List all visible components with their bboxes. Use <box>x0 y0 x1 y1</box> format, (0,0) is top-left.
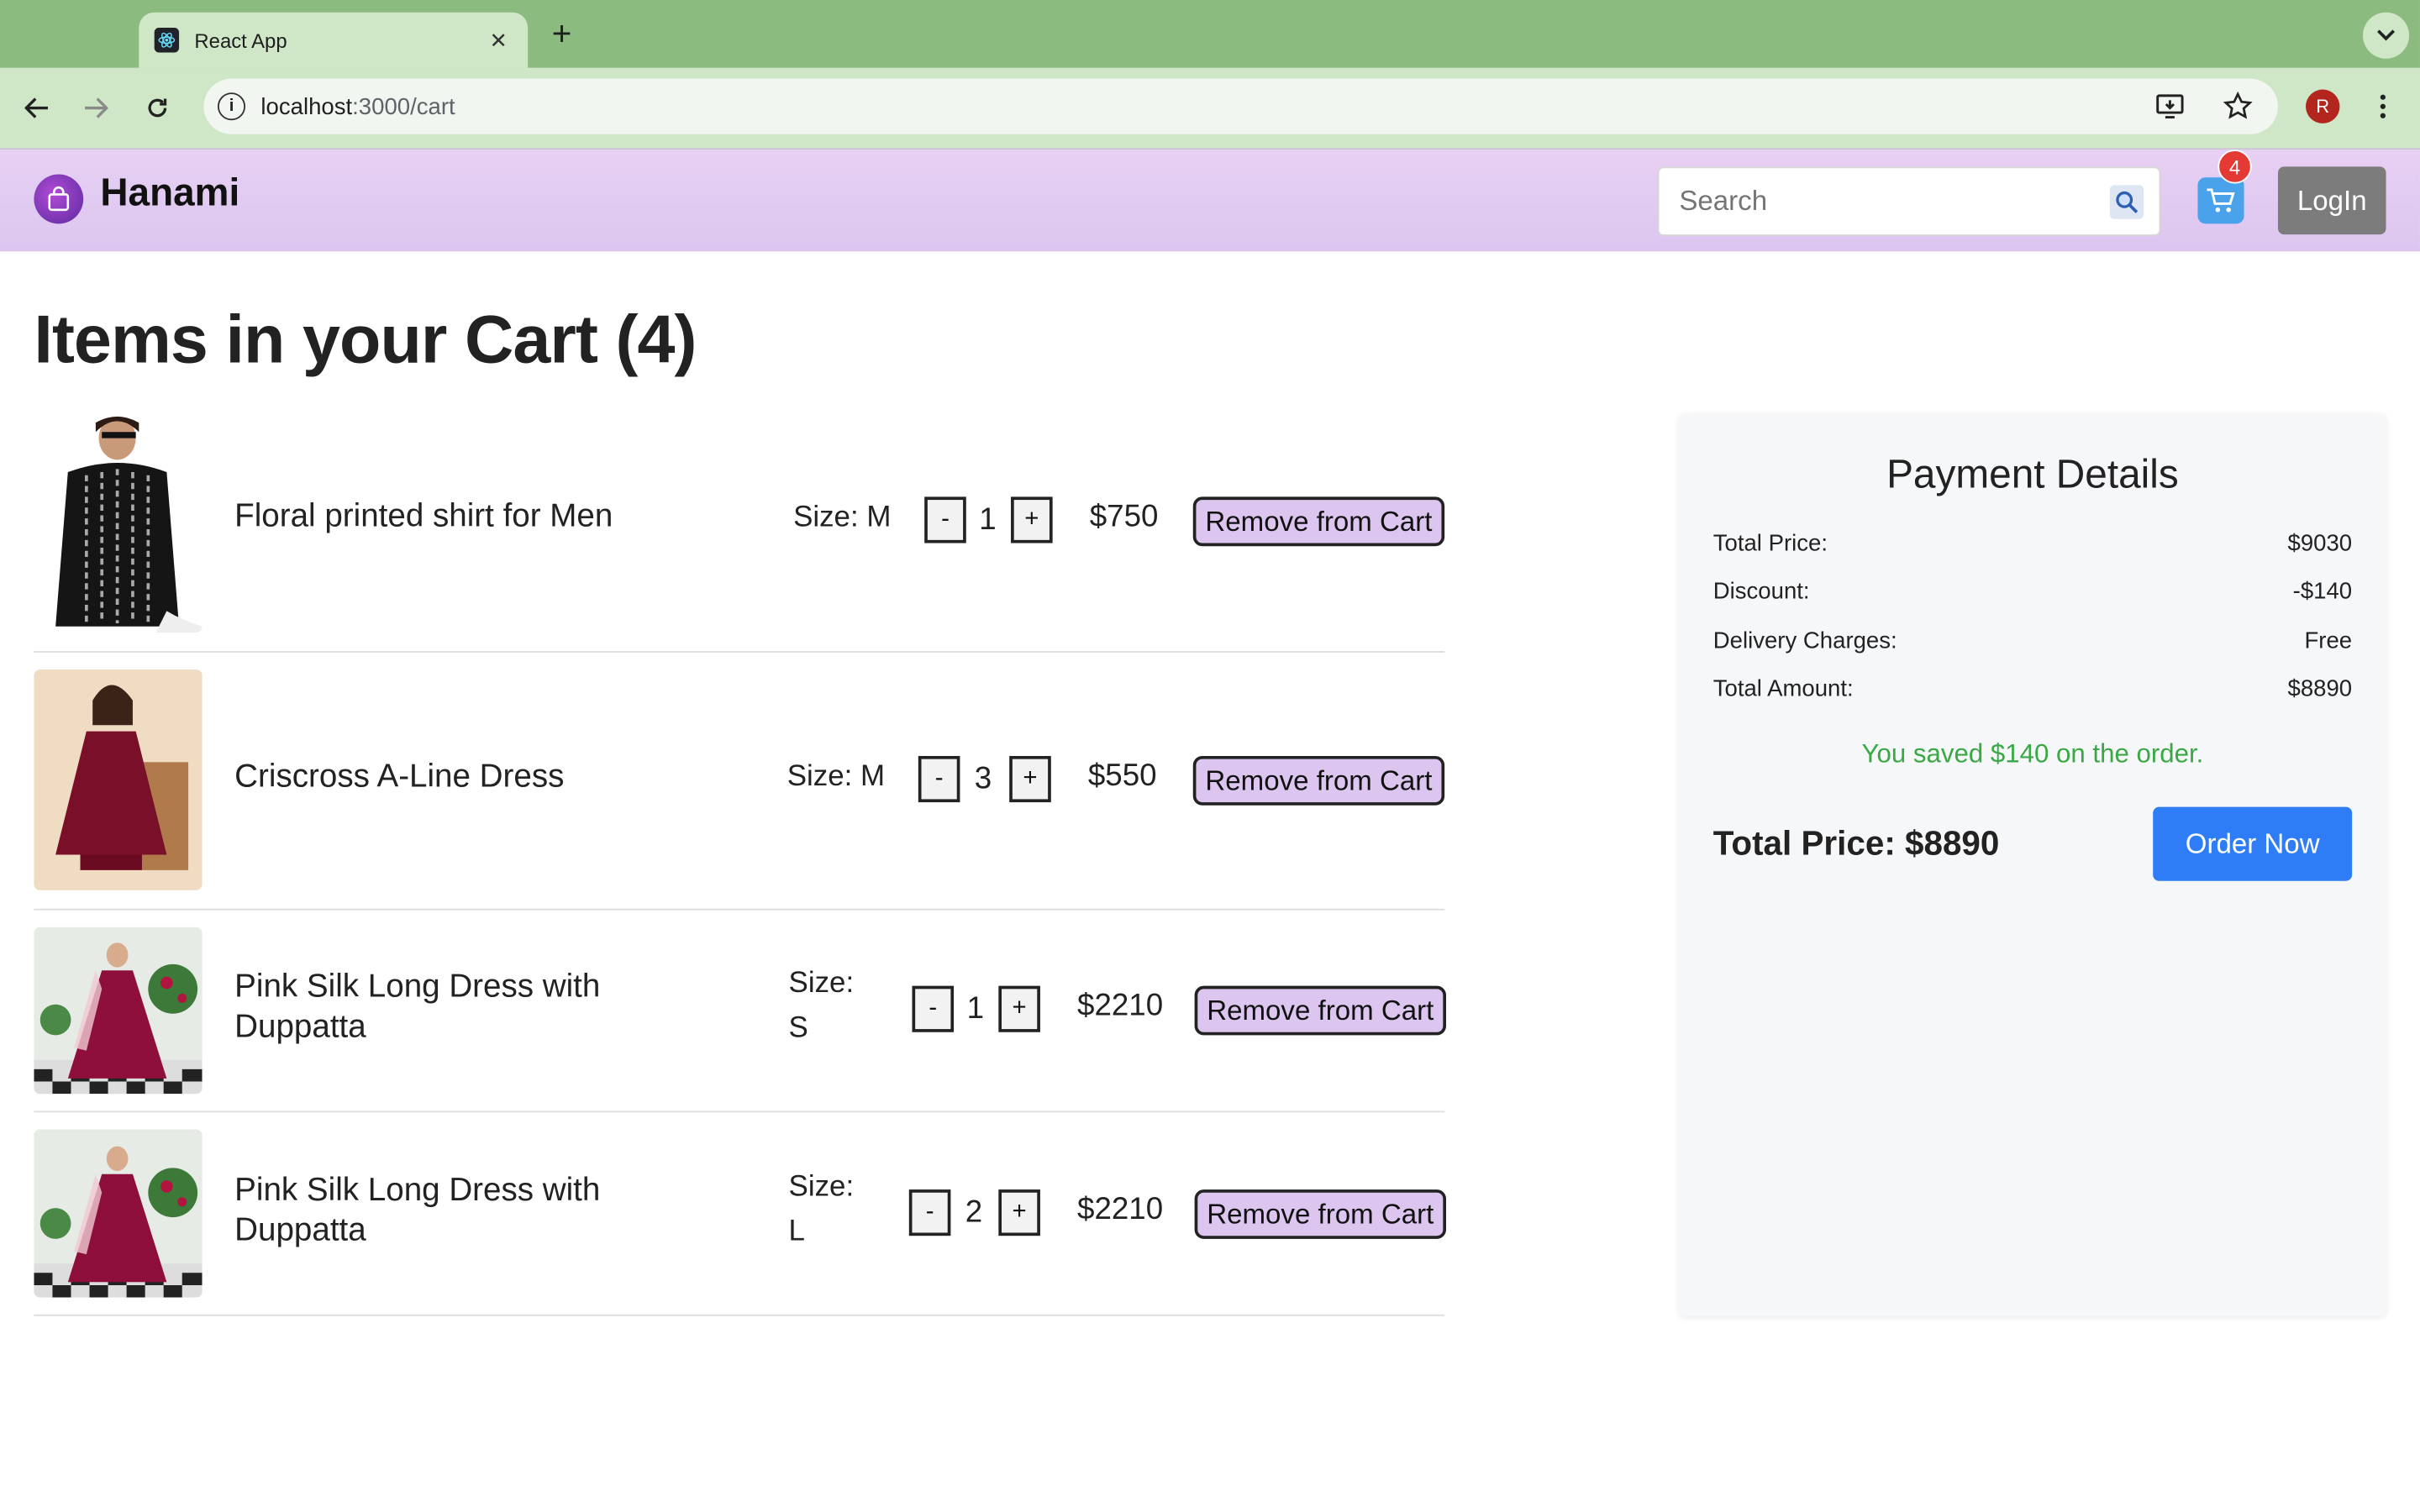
url-host: localhost <box>260 93 353 120</box>
product-size: Size: M <box>786 760 886 794</box>
increase-qty-button[interactable]: + <box>1009 755 1051 803</box>
savings-message: You saved $140 on the order. <box>1861 738 2204 769</box>
product-name[interactable]: Floral printed shirt for Men <box>234 496 666 537</box>
product-size-value: S <box>788 1011 808 1045</box>
brand-name[interactable]: Hanami <box>100 171 239 216</box>
payment-row-delivery: Delivery Charges: Free <box>1713 628 2352 654</box>
close-tab-icon[interactable]: ✕ <box>485 27 513 53</box>
row-value: Free <box>2304 627 2353 654</box>
increase-qty-button[interactable]: + <box>1011 496 1053 543</box>
shopping-cart-icon[interactable] <box>2197 177 2244 224</box>
product-name[interactable]: Pink Silk Long Dress with Duppatta <box>234 968 666 1048</box>
url-text: localhost:3000/cart <box>260 93 455 119</box>
cart-item: Floral printed shirt for Men Size: M - 1… <box>34 404 1445 653</box>
page-title: Items in your Cart (4) <box>34 302 697 378</box>
address-bar[interactable]: i localhost:3000/cart <box>203 78 2278 134</box>
cart-item: Criscross A-Line Dress Size: M - 3 + $55… <box>34 653 1445 911</box>
chevron-down-icon[interactable] <box>2362 12 2410 59</box>
browser-tab[interactable]: React App ✕ <box>139 12 529 68</box>
product-size-value: L <box>788 1215 805 1248</box>
product-size-label: Size: <box>788 1171 855 1204</box>
app-header: Hanami LogIn <box>0 148 2420 252</box>
item-price: $2210 <box>1077 1192 1164 1227</box>
profile-avatar[interactable]: R <box>2306 89 2340 123</box>
screen: React App ✕ + i localhost:3000/cart R Ha… <box>0 0 2420 1510</box>
browser-tabstrip: React App ✕ + <box>0 0 2420 68</box>
decrease-qty-button[interactable]: - <box>924 496 966 543</box>
back-arrow-icon[interactable] <box>17 88 57 129</box>
product-size-label: Size: <box>788 967 855 1000</box>
install-app-icon[interactable] <box>2154 91 2186 129</box>
payment-row-total-price: Total Price: $9030 <box>1713 531 2352 557</box>
order-now-button[interactable]: Order Now <box>2153 806 2353 881</box>
payment-row-discount: Discount: -$140 <box>1713 579 2352 605</box>
product-image[interactable] <box>34 669 203 890</box>
react-icon <box>154 28 180 53</box>
item-price: $750 <box>1089 500 1159 534</box>
product-name[interactable]: Criscross A-Line Dress <box>234 758 666 798</box>
product-image[interactable] <box>34 927 203 1095</box>
cart-item: Pink Silk Long Dress with Duppatta Size:… <box>34 911 1446 1113</box>
shopping-bag-logo-icon[interactable] <box>34 174 84 224</box>
browser-toolbar: i localhost:3000/cart R <box>0 67 2420 149</box>
tab-title: React App <box>194 28 287 52</box>
decrease-qty-button[interactable]: - <box>908 1189 951 1236</box>
forward-arrow-icon[interactable] <box>76 88 116 129</box>
product-image[interactable] <box>34 1129 203 1298</box>
row-label: Discount: <box>1712 578 1810 605</box>
url-path: :3000/cart <box>352 93 455 120</box>
row-label: Total Amount: <box>1712 675 1854 702</box>
decrease-qty-button[interactable]: - <box>912 985 955 1032</box>
total-price: Total Price: $8890 <box>1712 823 2000 863</box>
row-label: Total Price: <box>1712 530 1828 558</box>
remove-from-cart-button[interactable]: Remove from Cart <box>1192 755 1445 806</box>
remove-from-cart-button[interactable]: Remove from Cart <box>1194 1189 1446 1239</box>
bookmark-star-icon[interactable] <box>2223 91 2254 129</box>
remove-from-cart-button[interactable]: Remove from Cart <box>1192 496 1445 547</box>
row-value: $9030 <box>2287 530 2353 558</box>
product-size: Size: M <box>793 501 892 534</box>
row-value: -$140 <box>2292 578 2353 605</box>
increase-qty-button[interactable]: + <box>998 1189 1040 1236</box>
login-button[interactable]: LogIn <box>2277 166 2386 235</box>
item-price: $2210 <box>1077 989 1164 1023</box>
remove-from-cart-button[interactable]: Remove from Cart <box>1194 985 1446 1036</box>
increase-qty-button[interactable]: + <box>998 985 1040 1032</box>
quantity-value: 1 <box>979 502 997 538</box>
decrease-qty-button[interactable]: - <box>918 755 960 803</box>
cart-item: Pink Silk Long Dress with Duppatta Size:… <box>34 1112 1446 1316</box>
search-input[interactable] <box>1679 185 2110 218</box>
row-label: Delivery Charges: <box>1712 627 1897 654</box>
search-box <box>1657 166 2161 237</box>
payment-title: Payment Details <box>1886 450 2179 497</box>
quantity-value: 1 <box>966 991 985 1026</box>
more-menu-icon[interactable] <box>2370 88 2395 125</box>
quantity-value: 3 <box>974 762 992 796</box>
product-image[interactable] <box>34 410 203 633</box>
reload-icon[interactable] <box>137 88 177 129</box>
quantity-value: 2 <box>965 1195 983 1230</box>
cart-count-badge: 4 <box>2217 150 2252 184</box>
search-icon[interactable] <box>2109 184 2144 218</box>
row-value: $8890 <box>2287 675 2353 702</box>
new-tab-icon[interactable]: + <box>544 14 581 55</box>
item-price: $550 <box>1087 759 1157 794</box>
site-info-icon[interactable]: i <box>217 92 246 121</box>
payment-details-panel: Payment Details Total Price: $9030 Disco… <box>1679 413 2386 1316</box>
product-name[interactable]: Pink Silk Long Dress with Duppatta <box>234 1171 666 1252</box>
payment-row-total-amount: Total Amount: $8890 <box>1713 675 2352 701</box>
